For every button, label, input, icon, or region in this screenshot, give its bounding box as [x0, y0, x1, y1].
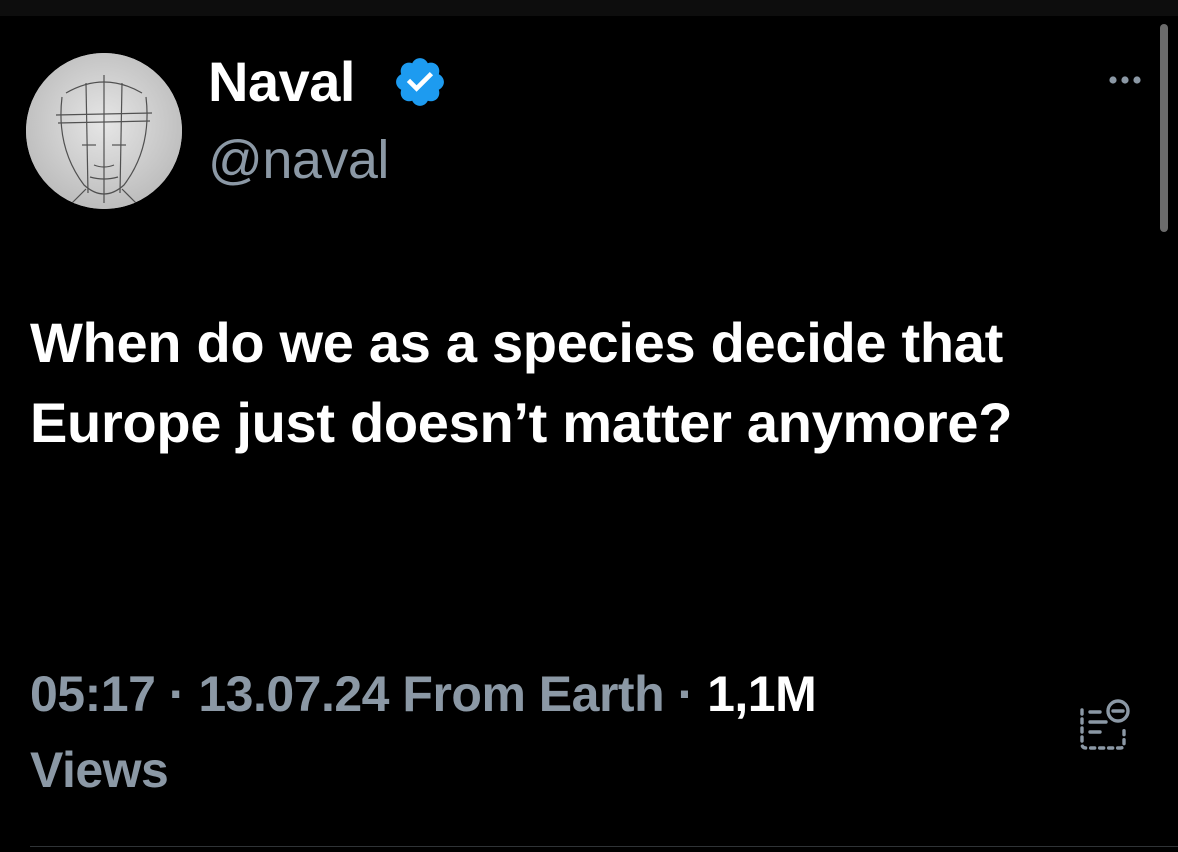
meta-separator: ·	[168, 666, 186, 722]
views-label: Views	[30, 742, 169, 798]
tweet-date[interactable]: 13.07.24	[198, 666, 389, 722]
tweet-text: When do we as a species decide that Euro…	[30, 311, 1013, 454]
avatar[interactable]	[26, 53, 182, 209]
tweet-meta: 05:17 · 13.07.24 From Earth · 1,1M Views	[30, 656, 1030, 808]
scrollbar[interactable]	[1160, 24, 1168, 232]
top-strip	[0, 0, 1178, 16]
views-count: 1,1M	[707, 666, 817, 722]
post-analytics-icon	[1080, 699, 1130, 750]
avatar-sketch-image	[26, 53, 182, 209]
tweet-time[interactable]: 05:17	[30, 666, 156, 722]
more-horizontal-icon	[1109, 76, 1141, 84]
more-options-button[interactable]	[1098, 60, 1152, 100]
post-analytics-button[interactable]	[1076, 696, 1134, 754]
display-name[interactable]: Naval	[208, 50, 355, 114]
meta-separator-2: ·	[677, 666, 695, 722]
tweet-source: From Earth	[402, 666, 665, 722]
verified-badge-icon	[392, 54, 448, 110]
divider	[30, 846, 1178, 847]
user-handle[interactable]: @naval	[208, 130, 389, 190]
